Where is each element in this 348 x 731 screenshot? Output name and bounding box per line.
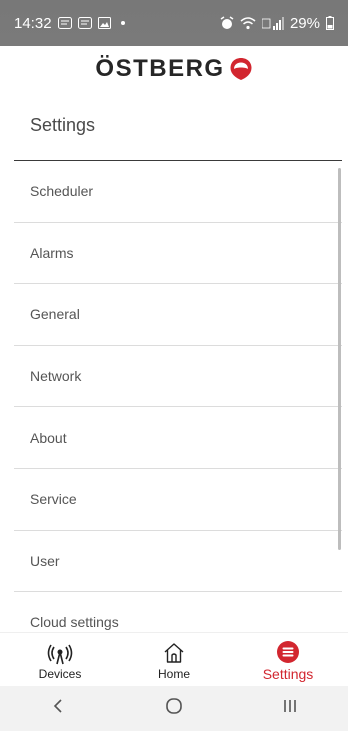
volte-signal-icon [261,16,284,30]
system-nav-bar [0,686,348,731]
system-home-button[interactable] [144,689,204,729]
list-scrollbar[interactable] [338,168,341,550]
nav-settings[interactable]: Settings [238,633,338,687]
settings-item-about[interactable]: About [14,407,342,469]
nav-devices-label: Devices [38,666,82,681]
settings-item-general[interactable]: General [14,284,342,346]
settings-item-label: Scheduler [30,183,94,200]
battery-icon [326,16,334,30]
settings-item-label: Service [30,491,77,508]
settings-item-user[interactable]: User [14,531,342,593]
alarm-icon [220,16,234,30]
home-icon [162,639,186,665]
bottom-nav: Devices Home Settings [0,632,348,686]
notification-icon [57,17,72,29]
battery-percentage: 29% [289,14,320,32]
settings-item-label: Cloud settings [30,614,119,631]
nav-home[interactable]: Home [124,633,224,687]
settings-item-label: Alarms [30,244,74,261]
brand-logo-icon [229,57,253,81]
status-bar: 14:32 29% [0,0,348,46]
wifi-icon [240,16,256,30]
page-title: Settings [30,115,96,135]
system-recents-button[interactable] [260,689,320,729]
back-icon [52,698,64,719]
settings-item-label: Network [30,368,82,385]
home-circle-icon [165,697,183,720]
settings-item-service[interactable]: Service [14,469,342,531]
nav-settings-label: Settings [262,665,314,682]
settings-item-label: About [30,429,67,446]
settings-list[interactable]: Scheduler Alarms General Network About S… [14,161,342,632]
settings-item-label: General [30,306,80,323]
recents-icon [282,698,298,719]
settings-item-label: User [30,552,60,569]
settings-item-alarms[interactable]: Alarms [14,223,342,285]
signal-tower-icon [47,639,73,665]
notification-icon [77,17,92,29]
settings-item-scheduler[interactable]: Scheduler [14,161,342,223]
menu-circle-icon [276,638,300,664]
settings-item-cloud-settings[interactable]: Cloud settings [14,592,342,632]
brand-logo-text: ÖSTBERG [95,55,225,82]
gallery-icon [97,17,111,29]
settings-item-network[interactable]: Network [14,346,342,408]
brand-header: ÖSTBERG [0,46,348,92]
nav-devices[interactable]: Devices [10,633,110,687]
status-time: 14:32 [14,14,52,32]
more-notifications-icon [120,21,125,25]
system-back-button[interactable] [28,689,88,729]
nav-home-label: Home [157,666,190,681]
